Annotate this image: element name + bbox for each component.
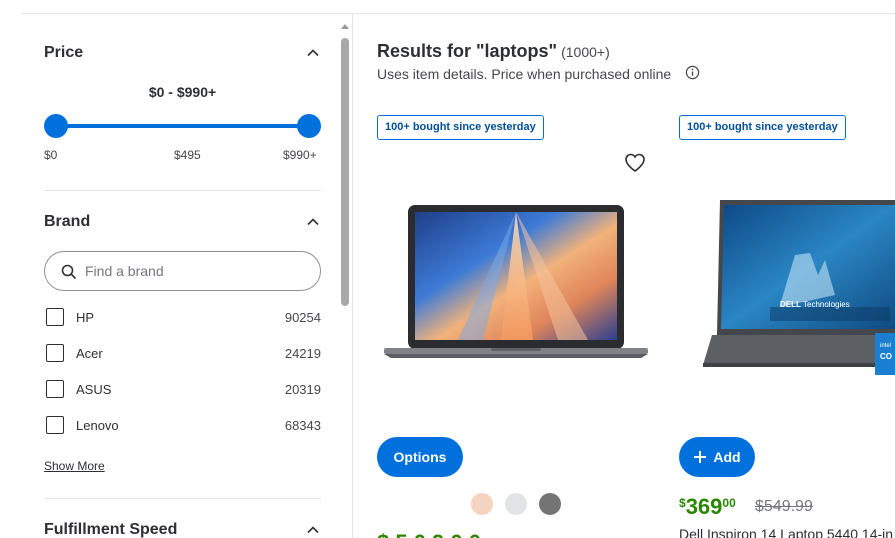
brand-count: 90254 — [284, 310, 321, 325]
product-title[interactable]: Dell Inspiron 14 Laptop 5440 14-in — [679, 526, 893, 538]
svg-text:DELL: DELL — [780, 300, 801, 309]
brand-label: ASUS — [76, 382, 112, 397]
sidebar-scrollbar[interactable] — [340, 24, 350, 324]
color-swatch-silver[interactable] — [505, 493, 527, 515]
section-divider — [44, 498, 321, 499]
macbook-laptop-image[interactable] — [383, 200, 649, 362]
plus-icon — [694, 451, 707, 463]
chevron-up-icon[interactable] — [305, 522, 321, 538]
bought-badge: 100+ bought since yesterday — [679, 115, 846, 140]
brand-search-input[interactable] — [85, 261, 310, 281]
price-cents: 00 — [722, 496, 736, 510]
product-price: $36900 — [679, 494, 736, 520]
add-button-label: Add — [713, 449, 741, 465]
brand-label: HP — [76, 310, 95, 325]
heart-icon[interactable] — [623, 151, 647, 175]
add-to-cart-button[interactable]: Add — [679, 437, 755, 477]
svg-text:Technologies: Technologies — [803, 300, 850, 309]
section-divider — [44, 190, 321, 191]
bought-badge: 100+ bought since yesterday — [377, 115, 544, 140]
price-slider-track[interactable] — [56, 124, 309, 128]
checkbox[interactable] — [46, 308, 64, 326]
price-range-value: $0 - $990+ — [148, 84, 217, 100]
brand-count: 20319 — [284, 382, 321, 397]
price-slider-min-handle[interactable] — [44, 114, 68, 138]
brand-search-field[interactable] — [44, 251, 321, 291]
show-more-brands-link[interactable]: Show More — [44, 459, 105, 473]
checkbox[interactable] — [46, 380, 64, 398]
chevron-up-icon[interactable] — [305, 45, 321, 61]
dell-laptop-image[interactable]: DELL Technologies intel CO — [700, 195, 895, 375]
svg-text:CO: CO — [880, 352, 892, 361]
product-price-partial: $ 5 0 9 0 0 — [377, 530, 481, 538]
brand-option-hp[interactable]: HP 90254 — [44, 306, 321, 328]
results-heading: Results for "laptops" (1000+) — [377, 41, 610, 62]
brand-option-asus[interactable]: ASUS 20319 — [44, 378, 321, 400]
brand-label: Lenovo — [76, 418, 119, 433]
price-filter-title: Price — [44, 44, 84, 61]
search-icon — [61, 264, 77, 280]
was-price: $549.99 — [755, 498, 813, 515]
brand-option-lenovo[interactable]: Lenovo 68343 — [44, 414, 321, 436]
brand-count: 68343 — [284, 418, 321, 433]
color-swatch-gray[interactable] — [539, 493, 561, 515]
options-button[interactable]: Options — [377, 437, 463, 477]
price-max-label: $990+ — [283, 148, 317, 162]
scroll-up-arrow-icon[interactable] — [341, 24, 349, 29]
svg-text:intel: intel — [880, 343, 891, 349]
scrollbar-thumb[interactable] — [341, 38, 349, 306]
results-subtitle: Uses item details. Price when purchased … — [377, 66, 672, 82]
chevron-up-icon[interactable] — [305, 214, 321, 230]
checkbox[interactable] — [46, 416, 64, 434]
info-icon[interactable] — [685, 65, 700, 80]
price-whole: 369 — [685, 494, 723, 519]
brand-label: Acer — [76, 346, 103, 361]
price-mid-label: $495 — [174, 148, 201, 162]
price-slider-max-handle[interactable] — [297, 114, 321, 138]
fulfillment-filter-title: Fulfillment Speed — [44, 521, 178, 538]
price-min-label: $0 — [44, 148, 58, 162]
brand-option-acer[interactable]: Acer 24219 — [44, 342, 321, 364]
brand-count: 24219 — [284, 346, 321, 361]
sidebar-divider — [352, 14, 353, 538]
color-swatch-rose[interactable] — [471, 493, 493, 515]
price-currency: $ — [679, 496, 686, 510]
brand-filter-title: Brand — [44, 213, 91, 230]
checkbox[interactable] — [46, 344, 64, 362]
results-count: (1000+) — [561, 44, 610, 60]
results-title-text: Results for "laptops" — [377, 41, 558, 61]
